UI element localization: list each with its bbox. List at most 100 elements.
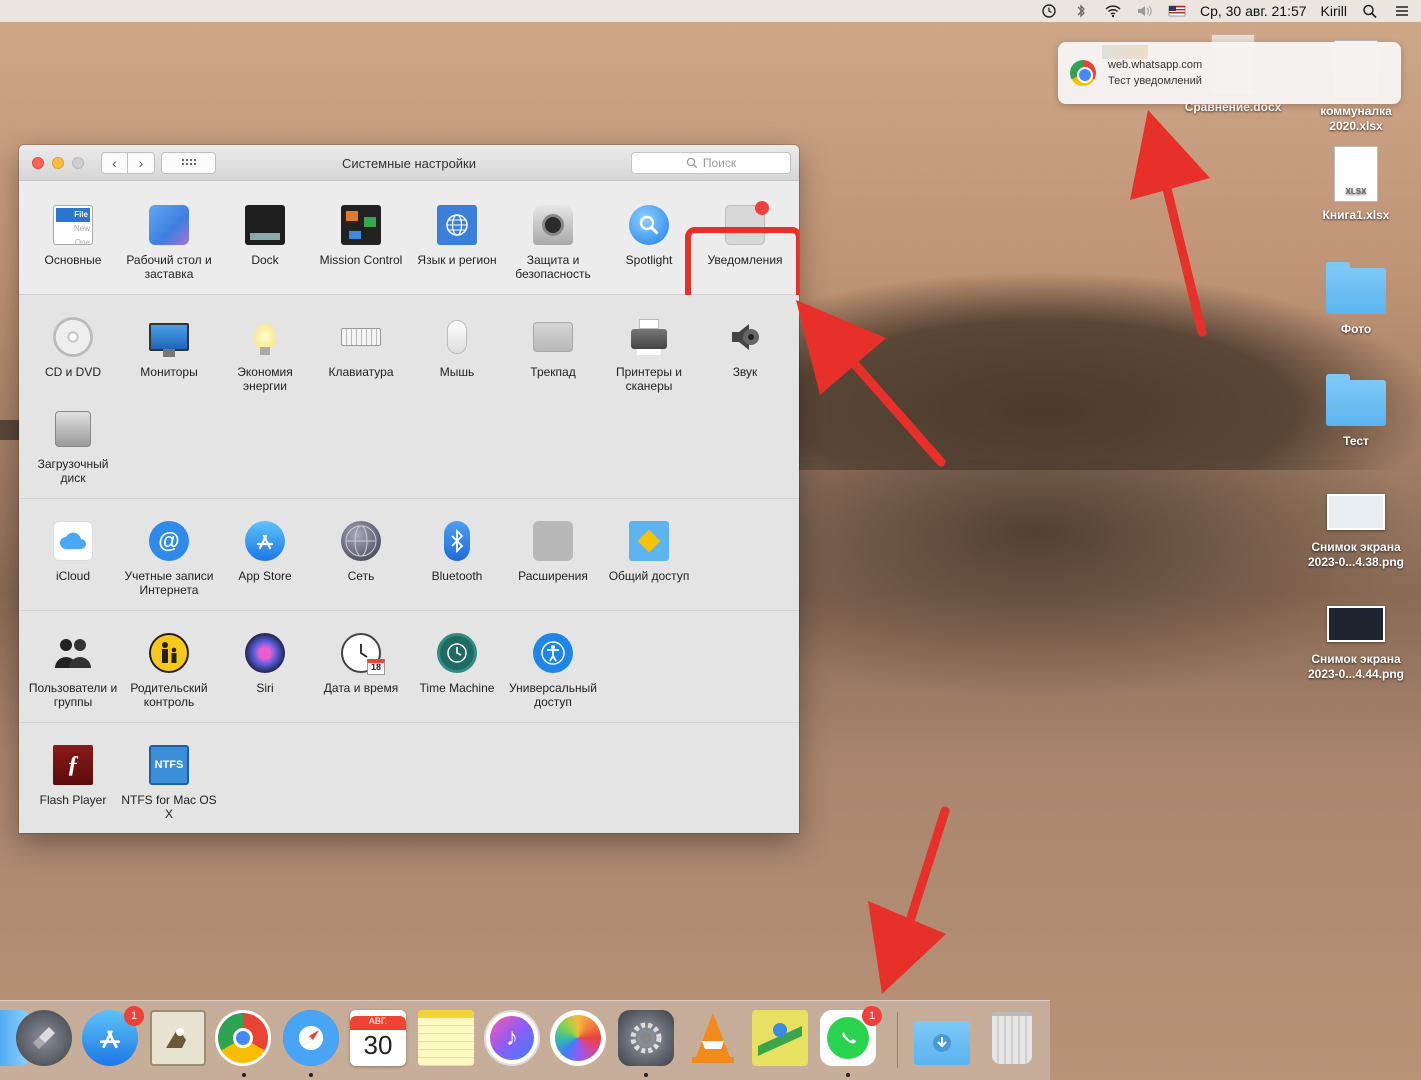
dock-separator bbox=[897, 1012, 898, 1068]
pref-app-store[interactable]: App Store bbox=[217, 521, 313, 583]
timemachine-icon bbox=[437, 633, 477, 673]
search-input[interactable]: Поиск bbox=[631, 152, 791, 174]
dock-safari-icon[interactable] bbox=[283, 1010, 339, 1066]
pref-spotlight[interactable]: Spotlight bbox=[601, 205, 697, 267]
pref-bluetooth[interactable]: Bluetooth bbox=[409, 521, 505, 583]
pref-displays[interactable]: Мониторы bbox=[121, 317, 217, 379]
time-machine-icon[interactable] bbox=[1040, 3, 1058, 19]
dock-trash-icon[interactable] bbox=[984, 1010, 1040, 1066]
speaker-icon bbox=[725, 317, 765, 357]
mission-control-icon bbox=[341, 205, 381, 245]
users-icon bbox=[53, 633, 93, 673]
dock-launchpad-icon[interactable] bbox=[16, 1010, 72, 1066]
appstore-badge: 1 bbox=[124, 1006, 144, 1026]
dock-mail-icon[interactable] bbox=[150, 1010, 206, 1066]
pref-sound[interactable]: Звук bbox=[697, 317, 793, 379]
dock-notes-icon[interactable] bbox=[418, 1010, 474, 1066]
siri-icon bbox=[245, 633, 285, 673]
pref-general[interactable]: File New One Основные bbox=[25, 205, 121, 267]
bulb-icon bbox=[245, 317, 285, 357]
printer-icon bbox=[629, 317, 669, 357]
dock-icon bbox=[245, 205, 285, 245]
pref-keyboard[interactable]: Клавиатура bbox=[313, 317, 409, 379]
bluetooth-menu-icon[interactable] bbox=[1072, 3, 1090, 19]
pref-dock[interactable]: Dock bbox=[217, 205, 313, 267]
network-icon bbox=[341, 521, 381, 561]
dock-itunes-icon[interactable]: ♪ bbox=[484, 1010, 540, 1066]
desktop-icon bbox=[149, 205, 189, 245]
pref-ntfs[interactable]: NTFS NTFS for Mac OS X bbox=[121, 745, 217, 821]
pref-siri[interactable]: Siri bbox=[217, 633, 313, 695]
pref-internet-accounts[interactable]: @ Учетные записи Интернета bbox=[121, 521, 217, 597]
appstore-icon bbox=[245, 521, 285, 561]
dock-running-indicator bbox=[644, 1073, 648, 1077]
dock-running-indicator bbox=[846, 1073, 850, 1077]
pref-users-groups[interactable]: Пользователи и группы bbox=[25, 633, 121, 709]
pref-security-privacy[interactable]: Защита и безопасность bbox=[505, 205, 601, 281]
prefs-section-personal: File New One Основные Рабочий стол и зас… bbox=[19, 181, 799, 328]
search-icon bbox=[686, 157, 698, 169]
pref-sharing[interactable]: Общий доступ bbox=[601, 521, 697, 583]
at-icon: @ bbox=[149, 521, 189, 561]
security-icon bbox=[533, 205, 573, 245]
prefs-section-internet: iCloud @ Учетные записи Интернета App St… bbox=[19, 499, 799, 611]
dock-whatsapp-icon[interactable]: 1 bbox=[820, 1006, 882, 1066]
dock-maps-icon[interactable] bbox=[752, 1010, 808, 1066]
window-titlebar: ‹ › Системные настройки Поиск bbox=[19, 145, 799, 181]
pref-desktop-screensaver[interactable]: Рабочий стол и заставка bbox=[121, 205, 217, 281]
desktop-file-kniga1[interactable]: XLSX Книга1.xlsx bbox=[1296, 146, 1416, 223]
dock-appstore-icon[interactable]: 1 bbox=[82, 1006, 144, 1066]
spotlight-menu-icon[interactable] bbox=[1361, 3, 1379, 19]
magnifier-icon bbox=[629, 205, 669, 245]
chrome-icon bbox=[1070, 60, 1096, 86]
desktop-screenshot-1[interactable]: Снимок экрана 2023-0...4.38.png bbox=[1296, 494, 1416, 570]
notification-dot-icon bbox=[755, 201, 769, 215]
pref-time-machine[interactable]: Time Machine bbox=[409, 633, 505, 695]
notification-source: web.whatsapp.com bbox=[1108, 59, 1203, 71]
input-source-flag-icon[interactable] bbox=[1168, 3, 1186, 19]
pref-cd-dvd[interactable]: CD и DVD bbox=[25, 317, 121, 379]
pref-flash-player[interactable]: ƒ Flash Player bbox=[25, 745, 121, 807]
dock-calendar-icon[interactable]: АВГ. 30 bbox=[350, 1010, 406, 1066]
system-preferences-window: ‹ › Системные настройки Поиск File New O… bbox=[19, 145, 799, 833]
dock-running-indicator bbox=[309, 1073, 313, 1077]
pref-printers-scanners[interactable]: Принтеры и сканеры bbox=[601, 317, 697, 393]
pref-network[interactable]: Сеть bbox=[313, 521, 409, 583]
whatsapp-badge: 1 bbox=[862, 1006, 882, 1026]
clock-icon: 18 bbox=[341, 633, 385, 675]
dock-vlc-icon[interactable] bbox=[685, 1010, 741, 1066]
dock-downloads-icon[interactable] bbox=[914, 1010, 970, 1066]
pref-energy-saver[interactable]: Экономия энергии bbox=[217, 317, 313, 393]
folder-icon bbox=[1326, 374, 1386, 426]
pref-trackpad[interactable]: Трекпад bbox=[505, 317, 601, 379]
menu-user[interactable]: Kirill bbox=[1321, 3, 1347, 19]
pref-startup-disk[interactable]: Загрузочный диск bbox=[25, 409, 121, 485]
disk-icon bbox=[53, 409, 93, 449]
sharing-icon bbox=[629, 521, 669, 561]
pref-extensions[interactable]: Расширения bbox=[505, 521, 601, 583]
pref-mouse[interactable]: Мышь bbox=[409, 317, 505, 379]
pref-mission-control[interactable]: Mission Control bbox=[313, 205, 409, 267]
dock-running-indicator bbox=[242, 1073, 246, 1077]
globe-icon bbox=[437, 205, 477, 245]
wifi-icon[interactable] bbox=[1104, 3, 1122, 19]
dock-photos-icon[interactable] bbox=[550, 1010, 606, 1066]
dock-system-preferences-icon[interactable] bbox=[618, 1010, 674, 1066]
menu-clock[interactable]: Ср, 30 авг. 21:57 bbox=[1200, 3, 1307, 19]
pref-date-time[interactable]: 18 Дата и время bbox=[313, 633, 409, 695]
notification-banner[interactable]: web.whatsapp.com Тест уведомлений bbox=[1058, 42, 1401, 104]
accessibility-icon bbox=[533, 633, 573, 673]
notification-center-icon[interactable] bbox=[1393, 3, 1411, 19]
desktop-folder-test[interactable]: Тест bbox=[1296, 374, 1416, 449]
desktop-folder-foto[interactable]: Фото bbox=[1296, 262, 1416, 337]
pref-language-region[interactable]: Язык и регион bbox=[409, 205, 505, 267]
desktop-screenshot-2[interactable]: Снимок экрана 2023-0...4.44.png bbox=[1296, 606, 1416, 682]
dock-chrome-icon[interactable] bbox=[215, 1010, 271, 1066]
pref-icloud[interactable]: iCloud bbox=[25, 521, 121, 583]
ntfs-icon: NTFS bbox=[149, 745, 189, 785]
volume-icon[interactable] bbox=[1136, 3, 1154, 19]
pref-parental-controls[interactable]: Родительский контроль bbox=[121, 633, 217, 709]
menu-bar: Ср, 30 авг. 21:57 Kirill bbox=[0, 0, 1421, 22]
pref-accessibility[interactable]: Универсальный доступ bbox=[505, 633, 601, 709]
xlsx-file-icon: XLSX bbox=[1334, 146, 1378, 202]
